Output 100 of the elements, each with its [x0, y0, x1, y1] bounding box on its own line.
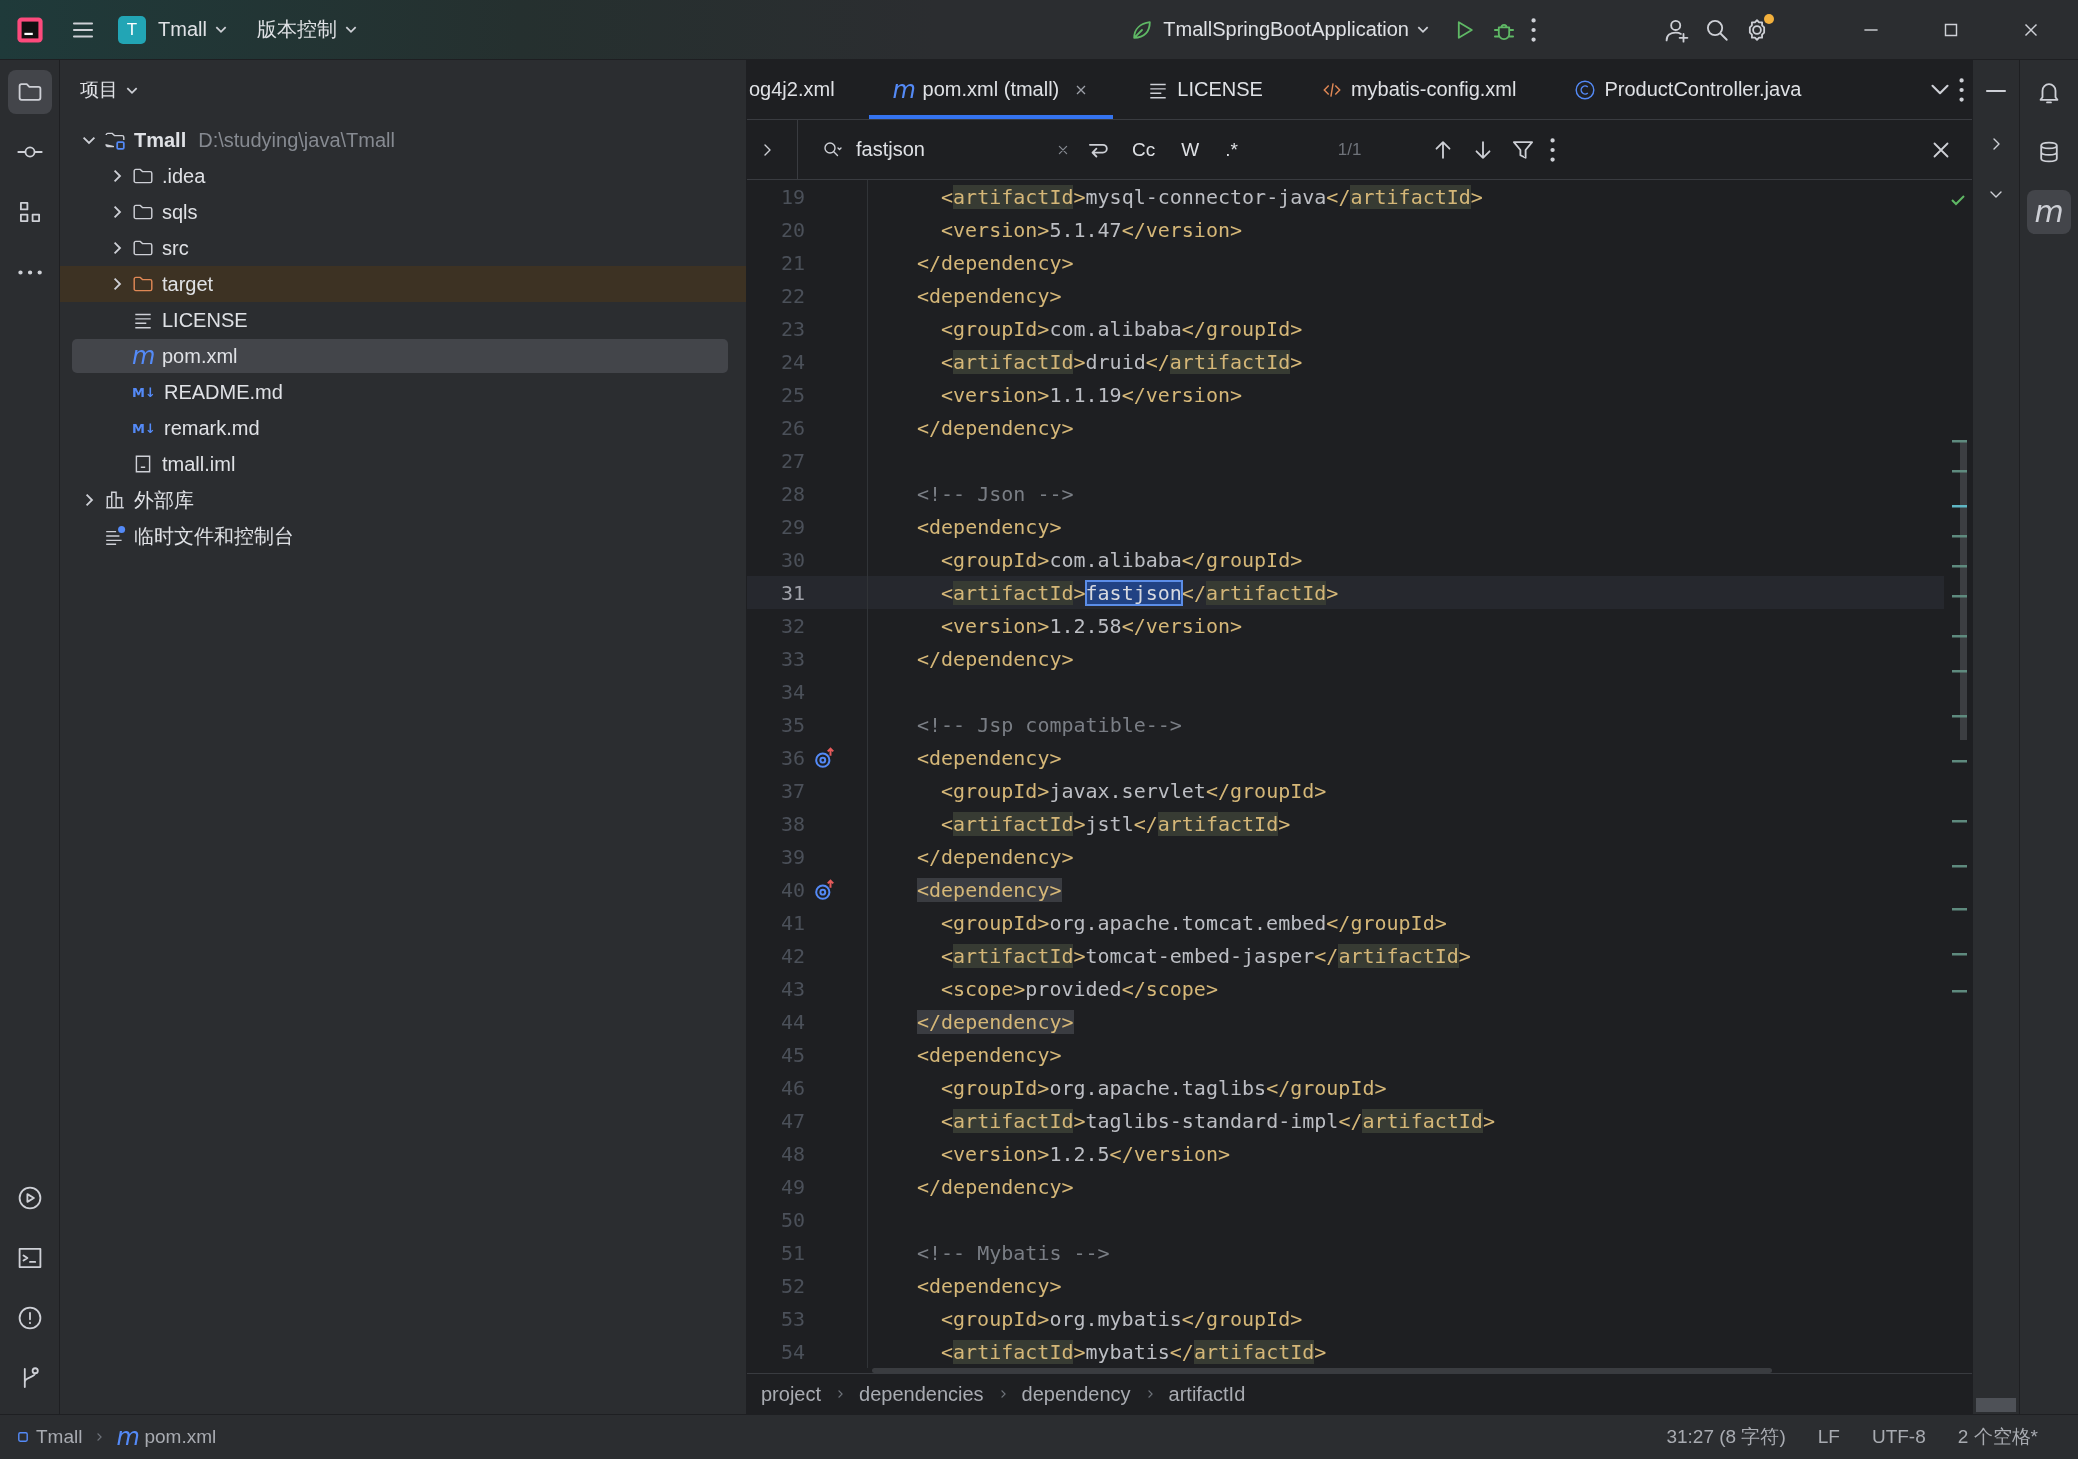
caret-icon [344, 26, 357, 33]
horizontal-scrollbar[interactable] [872, 1368, 1772, 1373]
code-line: <artifactId>jstl</artifactId> [941, 811, 1291, 836]
code-line: <groupId>org.apache.tomcat.embed</groupId> [941, 910, 1447, 935]
code-line: <version>5.1.47</version> [941, 217, 1243, 242]
library-icon [104, 489, 126, 511]
code-line: <artifactId>druid</artifactId> [941, 349, 1303, 374]
tree-item[interactable]: Tmall D:\studying\java\Tmall [44, 123, 728, 157]
match-count: 1/1 [1337, 139, 1362, 160]
chevron-icon[interactable] [111, 206, 123, 218]
project-selector[interactable]: T Tmall [110, 9, 235, 50]
search-option[interactable]: W [1175, 136, 1206, 163]
vertical-scrollbar[interactable] [1976, 1398, 2016, 1412]
chevron-icon[interactable] [83, 494, 95, 506]
code-line: <!-- Json --> [917, 481, 1074, 506]
code-line: </dependency> [917, 646, 1074, 671]
status-path-item[interactable]: m pom.xml [116, 1425, 217, 1449]
caret-icon [1417, 26, 1429, 33]
panel-title[interactable]: 项目 [72, 71, 146, 109]
run-icon [16, 1185, 43, 1211]
breadcrumb[interactable]: dependencies [859, 1382, 984, 1406]
scratch-icon [104, 525, 126, 547]
code-line: <artifactId>taglibs-standard-impl</artifactId> [941, 1108, 1495, 1133]
implemented-icon[interactable] [814, 878, 836, 901]
code-line: <groupId>org.apache.taglibs</groupId> [941, 1075, 1387, 1100]
code-line: </dependency> [917, 1174, 1074, 1199]
status-item[interactable]: LF [1817, 1426, 1840, 1448]
search-option[interactable]: Cc [1126, 136, 1162, 163]
code-line: <groupId>javax.servlet</groupId> [941, 778, 1327, 803]
breadcrumb[interactable]: artifactId [1168, 1382, 1246, 1406]
caret-icon [214, 26, 227, 33]
tree-item[interactable]: tmall.iml [72, 447, 728, 481]
warning-icon [16, 1305, 43, 1331]
caret-icon[interactable] [1931, 84, 1949, 95]
line-number: 31 [779, 580, 805, 605]
maven-icon: m [116, 1425, 139, 1449]
maven-icon: m [892, 77, 915, 102]
code-line: <version>1.1.19</version> [941, 382, 1243, 407]
tree-item[interactable]: m pom.xml [72, 339, 728, 373]
code-line: <groupId>com.alibaba</groupId> [941, 316, 1303, 341]
code-line: <version>1.2.58</version> [941, 613, 1243, 638]
module-icon [16, 1430, 30, 1444]
editor-tab[interactable]: LICENSE [1123, 60, 1287, 119]
chevron-icon[interactable] [83, 134, 95, 146]
more-icon [17, 269, 42, 275]
code-line: <!-- Mybatis --> [917, 1240, 1110, 1265]
code-line: <dependency> [917, 1042, 1062, 1067]
tree-item[interactable]: 临时文件和控制台 [44, 519, 728, 553]
tree-item[interactable]: M↓ remark.md [72, 411, 728, 445]
code-line: <dependency> [917, 1273, 1062, 1298]
code-line: <dependency> [917, 745, 1062, 770]
tool-window-button[interactable] [7, 70, 52, 114]
project-badge: T [118, 15, 146, 44]
status-item[interactable]: UTF-8 [1871, 1426, 1926, 1448]
app-logo-icon[interactable] [16, 15, 44, 44]
code-line: </dependency> [917, 415, 1074, 440]
editor-tab[interactable]: ProductController.java [1550, 60, 1826, 119]
search-field[interactable]: fastjson [816, 138, 1072, 161]
code-line: </dependency> [917, 250, 1074, 275]
more-icon[interactable] [1531, 17, 1536, 42]
markdown-icon: M↓ [132, 421, 156, 435]
breadcrumb[interactable]: dependency [1021, 1382, 1131, 1406]
code-line: <!-- Jsp compatible--> [917, 712, 1182, 737]
more-icon[interactable] [1549, 137, 1555, 162]
code-line: <artifactId>mysql-connector-java</artifactId> [941, 184, 1483, 209]
code-line: <artifactId>fastjson</artifactId> [941, 580, 1339, 605]
tree-item[interactable]: sqls [72, 195, 728, 229]
run-configuration[interactable]: TmallSpringBootApplication [1121, 10, 1437, 49]
more-icon[interactable] [1959, 77, 1964, 102]
tree-item[interactable]: LICENSE [72, 303, 728, 337]
status-item[interactable]: 2 个空格* [1957, 1424, 2038, 1450]
maven-icon: m [2034, 197, 2064, 227]
project-path: D:\studying\java\Tmall [198, 128, 395, 152]
code-line: <version>1.2.5</version> [941, 1141, 1230, 1166]
search-option[interactable]: .* [1219, 136, 1244, 163]
code-line: </dependency> [917, 844, 1074, 869]
chevron-icon[interactable] [111, 242, 123, 254]
tree-item[interactable]: .idea [72, 159, 728, 193]
chevron-icon[interactable] [111, 170, 123, 182]
markdown-icon: M↓ [132, 385, 156, 399]
editor-tab[interactable]: mybatis-config.xml [1296, 60, 1541, 119]
tree-item[interactable]: M↓ README.md [72, 375, 728, 409]
code-line: <groupId>com.alibaba</groupId> [941, 547, 1303, 572]
vcs-menu[interactable]: 版本控制 [248, 10, 365, 49]
caret-icon [126, 86, 138, 94]
tool-window-button[interactable]: m [2027, 190, 2071, 234]
status-path-item[interactable]: Tmall [16, 1426, 83, 1448]
editor-tab[interactable]: m pom.xml (tmall) [868, 60, 1114, 119]
code-line: <groupId>org.mybatis</groupId> [941, 1306, 1303, 1331]
tree-item[interactable]: src [72, 231, 728, 265]
status-item[interactable]: 31:27 (8 字符) [1666, 1424, 1786, 1450]
maven-icon: m [132, 344, 154, 368]
code-line: <artifactId>tomcat-embed-jasper</artifactId> [941, 943, 1471, 968]
code-line: <dependency> [917, 283, 1062, 308]
breadcrumb[interactable]: project [761, 1382, 822, 1406]
chevron-icon[interactable] [111, 278, 123, 290]
editor-tab[interactable]: og4j2.xml [747, 60, 859, 119]
tree-item[interactable]: 外部库 [44, 483, 728, 517]
implemented-icon[interactable] [814, 746, 836, 769]
code-line: <dependency> [917, 514, 1062, 539]
